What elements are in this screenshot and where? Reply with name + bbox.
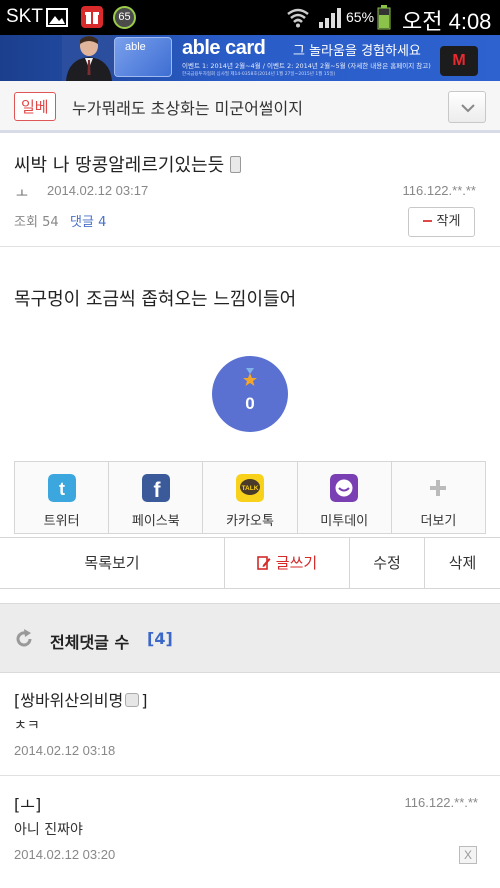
share-kakaotalk-label: 카카오톡: [226, 514, 274, 529]
svg-text:t: t: [59, 479, 65, 499]
comment-author[interactable]: [ㅗ]: [14, 791, 41, 815]
wifi-icon: [287, 8, 309, 28]
me2day-icon: [330, 474, 359, 502]
post-title: 씨박 나 땅콩알레르기있는듯: [14, 151, 242, 177]
clock: 오전 4:08: [402, 9, 492, 34]
comments-total: [4]: [147, 629, 173, 648]
chevron-down-icon: [461, 104, 475, 113]
comment-divider: [0, 775, 500, 776]
share-more-label: 더보기: [420, 514, 457, 529]
comments-count: 4: [98, 215, 107, 230]
comment-author-name: [쌍바위산의비명: [14, 691, 124, 710]
banner-tagline: 그 놀라움을 경험하세요: [293, 44, 421, 59]
gallery-icon: [46, 8, 68, 27]
banner-brand: able card: [182, 37, 266, 59]
banner-fine-print-2: 한국금융투자협회 심사필 제14-0358호(2014년 1월 27일~2015…: [182, 72, 336, 77]
recommend-count: 0: [245, 394, 255, 413]
notification-count-badge: 65: [113, 6, 136, 29]
gift-notification-icon: [81, 6, 103, 28]
ad-banner[interactable]: able able card 그 놀라움을 경험하세요 이벤트 1: 2014년…: [0, 35, 500, 81]
post-body: 목구멍이 조금씩 좁혀오는 느낌이들어: [14, 289, 297, 310]
mobile-icon: [230, 156, 242, 173]
comments-label: 댓글: [70, 215, 94, 230]
card-image: able: [114, 37, 172, 77]
facebook-icon: f: [141, 474, 170, 502]
svg-text:TALK: TALK: [242, 485, 259, 492]
battery-percent: 65%: [346, 9, 375, 25]
list-button[interactable]: 목록보기: [0, 538, 225, 588]
card-label: able: [125, 41, 146, 53]
post-comment-count[interactable]: 댓글 4: [70, 211, 106, 230]
share-more-button[interactable]: 더보기: [392, 462, 485, 533]
signal-icon: [319, 8, 341, 28]
delete-button[interactable]: 삭제: [425, 538, 500, 588]
post-author[interactable]: ㅗ: [16, 183, 28, 202]
font-smaller-button[interactable]: 작게: [408, 207, 475, 237]
recommend-button[interactable]: 0: [212, 356, 288, 432]
svg-text:f: f: [153, 479, 161, 502]
post-date: 2014.02.12 03:17: [47, 183, 149, 198]
font-smaller-label: 작게: [436, 214, 461, 229]
share-twitter-label: 트위터: [43, 514, 80, 529]
comments-title: 전체댓글 수: [50, 633, 130, 652]
post-views: 조회 54: [14, 211, 59, 230]
share-facebook-button[interactable]: f 페이스북: [109, 462, 204, 533]
views-label: 조회: [14, 215, 38, 230]
model-photo: [62, 35, 114, 81]
comment-author-end: ]: [141, 691, 148, 710]
edit-button[interactable]: 수정: [350, 538, 425, 588]
comment-ip: 116.122.**.**: [404, 795, 479, 810]
comments-header: 전체댓글 수 [4]: [0, 603, 500, 673]
pencil-icon: [256, 556, 271, 570]
share-facebook-label: 페이스북: [131, 514, 180, 529]
share-twitter-button[interactable]: t 트위터: [15, 462, 110, 533]
divider: [0, 246, 500, 247]
share-bar: t 트위터 f 페이스북 TALK 카카오톡 미투데이 더보기: [14, 461, 486, 534]
mobile-icon: [125, 693, 140, 707]
board-header: 일베 누가뭐래도 초상화는 미군어썰이지: [0, 81, 500, 133]
comment-text: ㅊㅋ: [14, 718, 40, 734]
comment-date: 2014.02.12 03:20: [14, 847, 116, 862]
plus-icon: [430, 480, 447, 496]
comment-date: 2014.02.12 03:18: [14, 743, 116, 758]
comment-author[interactable]: [쌍바위산의비명]: [14, 687, 148, 711]
views-count: 54: [42, 215, 59, 230]
share-kakaotalk-button[interactable]: TALK 카카오톡: [203, 462, 298, 533]
post-ip: 116.122.**.**: [402, 183, 477, 198]
carrier-label: SKT: [6, 6, 43, 27]
banner-fine-print: 이벤트 1: 2014년 2월~4월 / 이벤트 2: 2014년 2월~5월 …: [182, 62, 431, 70]
board-dropdown-button[interactable]: [448, 91, 486, 123]
write-label: 글쓰기: [275, 554, 318, 572]
battery-icon: [377, 5, 391, 30]
post-title-text: 씨박 나 땅콩알레르기있는듯: [14, 155, 225, 176]
board-tag[interactable]: 일베: [14, 92, 56, 121]
minus-icon: [422, 220, 432, 222]
refresh-icon[interactable]: [14, 629, 34, 649]
m-logo: M: [440, 46, 478, 76]
post-actions: 목록보기 글쓰기 수정 삭제: [0, 537, 500, 589]
comment-item: [ㅗ] 116.122.**.** 아니 진짜야 2014.02.12 03:2…: [0, 791, 500, 881]
share-me2day-label: 미투데이: [320, 514, 369, 529]
board-title[interactable]: 누가뭐래도 초상화는 미군어썰이지: [72, 95, 303, 119]
comment-item: [쌍바위산의비명] ㅊㅋ 2014.02.12 03:18: [0, 687, 500, 775]
comment-text: 아니 진짜야: [14, 822, 83, 838]
write-button[interactable]: 글쓰기: [225, 538, 350, 588]
share-me2day-button[interactable]: 미투데이: [298, 462, 392, 533]
comment-delete-icon[interactable]: X: [459, 846, 477, 864]
twitter-icon: t: [47, 474, 76, 502]
medal-icon: [243, 368, 257, 386]
kakaotalk-icon: TALK: [236, 474, 264, 502]
status-bar: SKT 65 65% 오전 4:08: [0, 0, 500, 35]
